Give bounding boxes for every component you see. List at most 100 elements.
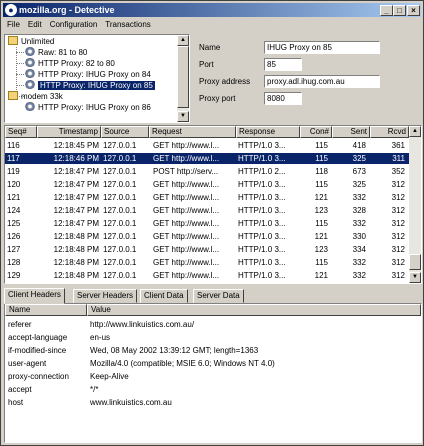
cell-seq: 125 — [7, 219, 21, 228]
scroll-down-icon[interactable]: ▼ — [177, 111, 189, 122]
table-row[interactable]: 127 12:18:48 PM 127.0.0.1 GET http://www.l.… — [5, 244, 409, 255]
maximize-button[interactable]: □ — [393, 5, 406, 16]
tab-server-headers[interactable]: Server Headers — [73, 289, 138, 303]
cell-sent: 332 — [352, 219, 366, 228]
table-row[interactable]: 117 12:18:46 PM 127.0.0.1 GET http://www.l.… — [5, 153, 409, 164]
title-bar[interactable]: ● mozilla.org - Detective _ □ × — [3, 3, 421, 17]
folder-icon — [8, 91, 18, 100]
column-header-source[interactable]: Source — [101, 126, 149, 138]
list-item[interactable]: proxy-connection Keep-Alive — [5, 370, 421, 383]
cell-rcvd: 311 — [392, 154, 405, 163]
table-row[interactable]: 126 12:18:48 PM 127.0.0.1 GET http://www.l.… — [5, 231, 409, 242]
header-value: http://www.linkuistics.com.au/ — [90, 320, 195, 329]
scroll-up-icon[interactable]: ▲ — [177, 35, 189, 46]
cell-con: 121 — [314, 193, 328, 202]
cell-source: 127.0.0.1 — [103, 141, 137, 150]
tree-item-proxy-82[interactable]: HTTP Proxy: 82 to 80 — [25, 58, 115, 69]
tree-item-proxy-85[interactable]: HTTP Proxy: IHUG Proxy on 85 — [25, 80, 155, 91]
cell-sent: 334 — [352, 245, 366, 254]
name-field[interactable]: IHUG Proxy on 85 — [264, 41, 380, 54]
cell-response: HTTP/1.0 3... — [238, 141, 286, 150]
proxy-address-field[interactable]: proxy.adl.ihug.com.au — [264, 75, 380, 88]
cell-timestamp: 12:18:47 PM — [53, 219, 99, 228]
table-row[interactable]: 120 12:18:47 PM 127.0.0.1 GET http://www.l.… — [5, 179, 409, 190]
cell-timestamp: 12:18:48 PM — [53, 245, 99, 254]
menu-transactions[interactable]: Transactions — [101, 18, 155, 32]
list-item[interactable]: if-modified-since Wed, 08 May 2002 13:39:… — [5, 344, 421, 357]
column-header-response[interactable]: Response — [236, 126, 300, 138]
column-header-name[interactable]: Name — [5, 304, 87, 316]
column-header-seq[interactable]: Seq# — [5, 126, 37, 138]
cell-response: HTTP/1.0 2... — [238, 167, 286, 176]
cell-response: HTTP/1.0 3... — [238, 180, 286, 189]
headers-table[interactable]: Name Value referer http://www.linkuistics… — [4, 303, 422, 443]
tree-group-unlimited[interactable]: Unlimited — [8, 36, 54, 47]
tree-item-proxy-86[interactable]: HTTP Proxy: IHUG Proxy on 86 — [25, 102, 151, 113]
menu-bar: File Edit Configuration Transactions — [3, 18, 421, 32]
scroll-up-icon[interactable]: ▲ — [409, 126, 421, 137]
proxy-tree[interactable]: Unlimited Raw: 81 to 80 HTTP Proxy: 82 t… — [4, 34, 190, 123]
table-row[interactable]: 124 12:18:47 PM 127.0.0.1 GET http://www.l.… — [5, 205, 409, 216]
port-label: Port — [199, 60, 214, 69]
tree-item-raw-81[interactable]: Raw: 81 to 80 — [25, 47, 87, 58]
cell-sent: 325 — [352, 154, 366, 163]
tab-client-headers[interactable]: Client Headers — [4, 288, 65, 304]
cell-request: GET http://www.l... — [153, 193, 220, 202]
scroll-thumb[interactable] — [409, 254, 421, 270]
proxy-port-field[interactable]: 8080 — [264, 92, 302, 105]
cell-rcvd: 312 — [391, 245, 405, 254]
menu-configuration[interactable]: Configuration — [46, 18, 102, 32]
column-header-sent[interactable]: Sent — [332, 126, 370, 138]
cell-seq: 117 — [7, 154, 20, 163]
menu-file[interactable]: File — [3, 18, 24, 32]
list-item[interactable]: user-agent Mozilla/4.0 (compatible; MSIE … — [5, 357, 421, 370]
cell-con: 121 — [314, 232, 328, 241]
column-header-request[interactable]: Request — [149, 126, 236, 138]
scroll-down-icon[interactable]: ▼ — [409, 272, 421, 283]
table-row[interactable]: 128 12:18:48 PM 127.0.0.1 GET http://www.l.… — [5, 257, 409, 268]
cell-request: GET http://www.l... — [153, 219, 220, 228]
cell-timestamp: 12:18:47 PM — [53, 180, 99, 189]
cell-timestamp: 12:18:46 PM — [53, 154, 99, 163]
close-button[interactable]: × — [407, 5, 420, 16]
cell-rcvd: 312 — [391, 193, 405, 202]
cell-rcvd: 312 — [391, 232, 405, 241]
port-field[interactable]: 85 — [264, 58, 302, 71]
list-item[interactable]: referer http://www.linkuistics.com.au/ — [5, 318, 421, 331]
list-item[interactable]: accept */* — [5, 383, 421, 396]
column-header-rcvd[interactable]: Rcvd — [370, 126, 409, 138]
cell-sent: 418 — [352, 141, 366, 150]
proxy-address-label: Proxy address — [199, 77, 251, 86]
list-item[interactable]: host www.linkuistics.com.au — [5, 396, 421, 409]
cell-response: HTTP/1.0 3... — [238, 258, 286, 267]
cell-request: GET http://www.l... — [153, 245, 220, 254]
cell-seq: 126 — [7, 232, 21, 241]
column-header-con[interactable]: Con# — [300, 126, 332, 138]
transactions-table[interactable]: Seq# Timestamp Source Request Response C… — [4, 125, 422, 284]
table-row[interactable]: 129 12:18:48 PM 127.0.0.1 GET http://www.l.… — [5, 270, 409, 281]
table-row[interactable]: 121 12:18:47 PM 127.0.0.1 GET http://www.l.… — [5, 192, 409, 203]
cell-rcvd: 312 — [391, 258, 405, 267]
table-row[interactable]: 125 12:18:47 PM 127.0.0.1 GET http://www.l.… — [5, 218, 409, 229]
column-header-value[interactable]: Value — [87, 304, 421, 316]
cell-sent: 325 — [352, 180, 366, 189]
header-value: en-us — [90, 333, 111, 342]
table-row[interactable]: 116 12:18:45 PM 127.0.0.1 GET http://www.l.… — [5, 140, 409, 151]
list-item[interactable]: accept-language en-us — [5, 331, 421, 344]
tree-item-proxy-84[interactable]: HTTP Proxy: IHUG Proxy on 84 — [25, 69, 151, 80]
tab-client-data[interactable]: Client Data — [140, 289, 188, 303]
cell-con: 115 — [315, 154, 328, 163]
column-header-timestamp[interactable]: Timestamp — [37, 126, 101, 138]
grid-scrollbar[interactable]: ▲ ▼ — [409, 126, 421, 283]
header-name: user-agent — [8, 359, 47, 368]
header-name: if-modified-since — [8, 346, 67, 355]
cell-response: HTTP/1.0 3... — [238, 206, 286, 215]
scroll-thumb[interactable] — [177, 46, 189, 108]
header-name: host — [8, 398, 24, 407]
table-row[interactable]: 119 12:18:47 PM 127.0.0.1 POST http://serv.… — [5, 166, 409, 177]
tab-server-data[interactable]: Server Data — [193, 289, 244, 303]
tree-group-modem[interactable]: modem 33k — [8, 91, 63, 102]
menu-edit[interactable]: Edit — [24, 18, 46, 32]
minimize-button[interactable]: _ — [380, 5, 393, 16]
tree-scrollbar[interactable]: ▲ ▼ — [177, 35, 189, 122]
